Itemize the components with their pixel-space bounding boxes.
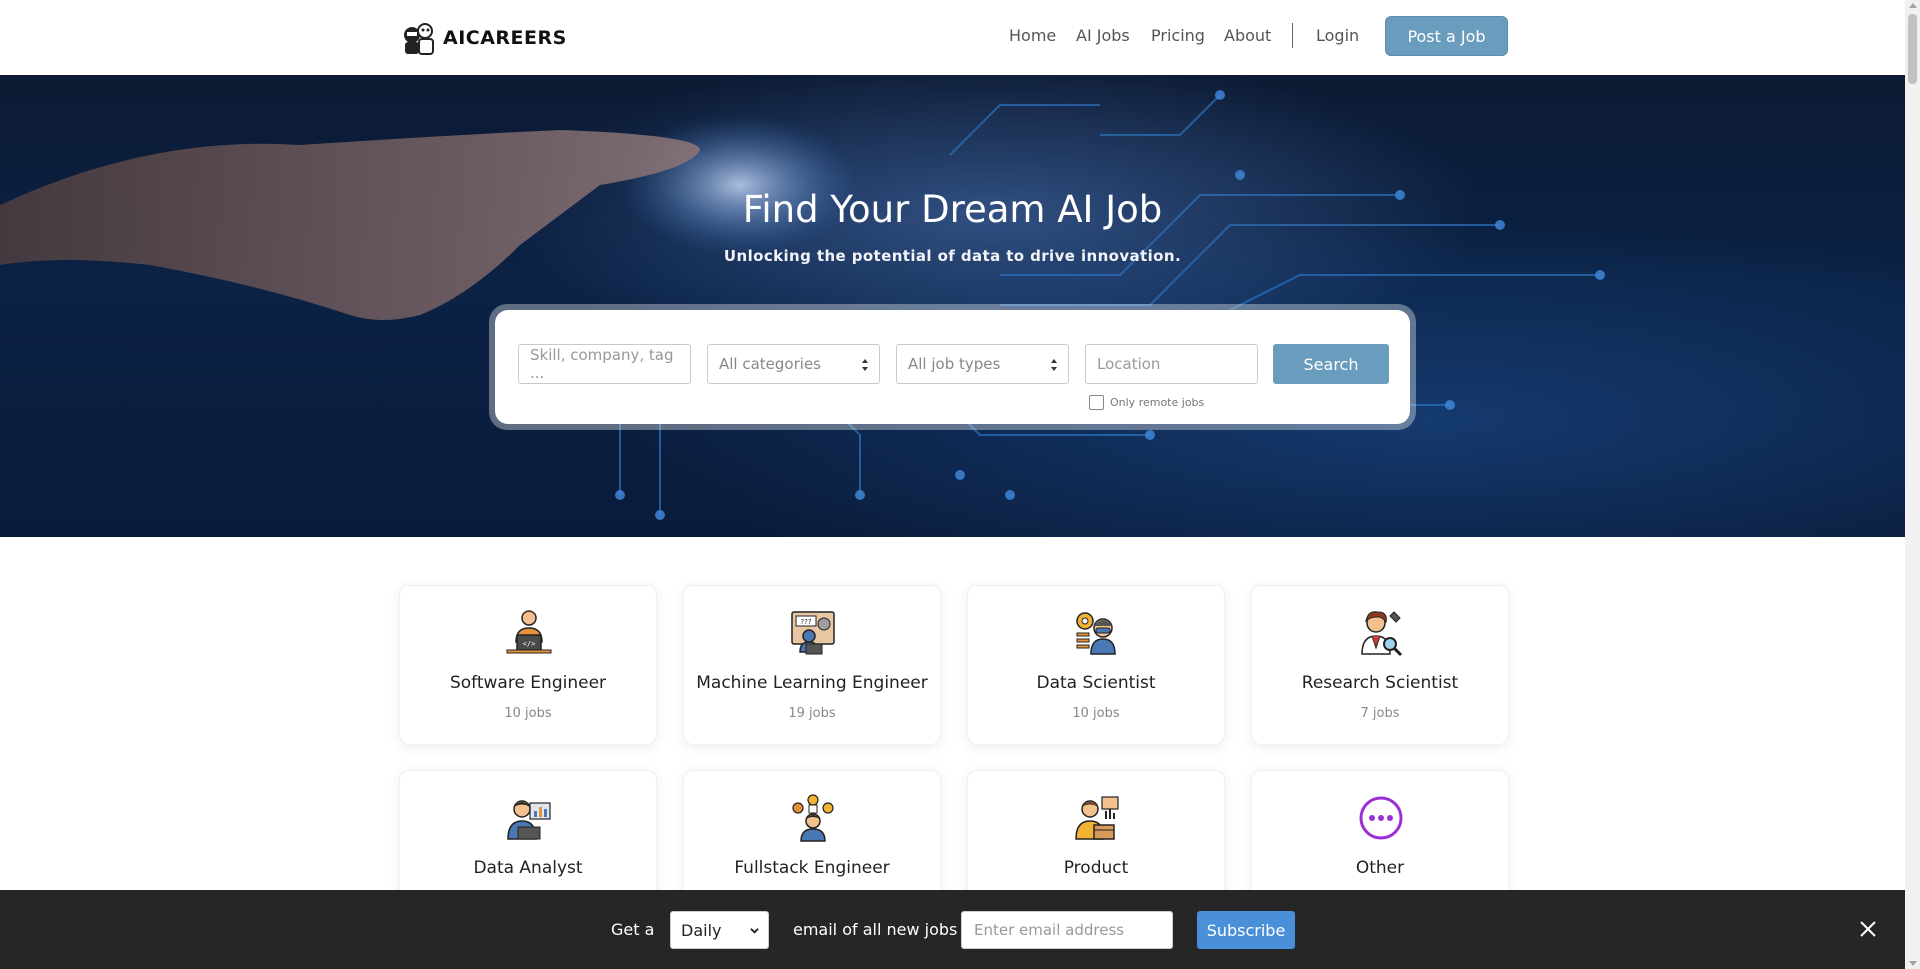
- hero-subtitle: Unlocking the potential of data to drive…: [723, 247, 1182, 265]
- scroll-up-arrow-icon[interactable]: [1909, 3, 1917, 8]
- category-title: Machine Learning Engineer: [696, 673, 928, 693]
- location-input[interactable]: Location: [1085, 344, 1258, 384]
- remote-only-label[interactable]: Only remote jobs: [1110, 396, 1204, 409]
- category-job-count: 7 jobs: [1360, 706, 1400, 721]
- nav-ai-jobs[interactable]: AI Jobs: [1076, 26, 1130, 45]
- job-search-form: Skill, company, tag ... All categories A…: [495, 310, 1410, 424]
- close-icon[interactable]: [1859, 920, 1877, 938]
- research-scientist-icon: [1361, 611, 1403, 657]
- svg-text:???: ???: [800, 618, 811, 626]
- select-arrows-icon: [1051, 359, 1057, 371]
- job-type-select-value: All job types: [908, 355, 1001, 373]
- category-job-count: 19 jobs: [788, 706, 836, 721]
- subscribe-button[interactable]: Subscribe: [1197, 911, 1295, 949]
- nav-divider: [1292, 23, 1293, 48]
- job-search-card: Skill, company, tag ... All categories A…: [489, 304, 1416, 430]
- chevron-down-icon: [750, 928, 759, 934]
- nav-login[interactable]: Login: [1316, 26, 1359, 45]
- category-select[interactable]: All categories: [707, 344, 880, 384]
- scroll-thumb[interactable]: [1908, 14, 1917, 84]
- data-analyst-icon: [507, 800, 551, 840]
- product-icon: [1075, 796, 1119, 840]
- page-scrollbar[interactable]: [1905, 0, 1920, 969]
- category-title: Product: [1063, 858, 1129, 878]
- fullstack-engineer-icon: [792, 794, 834, 842]
- nav-pricing[interactable]: Pricing: [1151, 26, 1205, 45]
- hero-title: Find Your Dream AI Job: [742, 188, 1163, 231]
- software-engineer-icon: </>: [506, 610, 552, 654]
- category-card-data-scientist[interactable]: Data Scientist 10 jobs: [967, 585, 1225, 745]
- category-title: Fullstack Engineer: [734, 858, 890, 878]
- category-title: Data Analyst: [473, 858, 583, 878]
- navbar: AICAREERS Home AI Jobs Pricing About Log…: [0, 0, 1905, 75]
- category-card-research-scientist[interactable]: Research Scientist 7 jobs: [1251, 585, 1509, 745]
- category-card-software-engineer[interactable]: </> Software Engineer 10 jobs: [399, 585, 657, 745]
- data-scientist-icon: [1076, 612, 1116, 655]
- search-button[interactable]: Search: [1273, 344, 1389, 384]
- nav-about[interactable]: About: [1224, 26, 1271, 45]
- category-job-count: 10 jobs: [1072, 706, 1120, 721]
- remote-only-checkbox[interactable]: [1089, 395, 1104, 410]
- category-job-count: 10 jobs: [504, 706, 552, 721]
- post-job-button[interactable]: Post a Job: [1385, 16, 1508, 56]
- robot-logo-icon: [404, 23, 434, 55]
- brand-logo-link[interactable]: AICAREERS: [399, 20, 567, 56]
- hero-banner: Find Your Dream AI Job Unlocking the pot…: [0, 75, 1905, 537]
- category-card-machine-learning-engineer[interactable]: ??? Machine Learning Engineer 19 jobs: [683, 585, 941, 745]
- subscribe-middle-text: email of all new jobs: [793, 920, 958, 939]
- svg-text:</>: </>: [523, 640, 536, 648]
- remote-only-option: Only remote jobs: [1089, 395, 1204, 410]
- brand-name: AICAREERS: [443, 27, 567, 49]
- category-title: Data Scientist: [1036, 673, 1156, 693]
- email-input[interactable]: Enter email address: [961, 911, 1173, 949]
- select-arrows-icon: [862, 359, 868, 371]
- keyword-search-input[interactable]: Skill, company, tag ...: [518, 344, 691, 384]
- frequency-select-value: Daily: [681, 920, 722, 940]
- category-select-value: All categories: [719, 355, 821, 373]
- ml-engineer-icon: ???: [791, 611, 835, 655]
- nav-home[interactable]: Home: [1009, 26, 1056, 45]
- category-title: Software Engineer: [449, 673, 607, 693]
- category-title: Other: [1355, 858, 1405, 878]
- subscribe-prefix-text: Get a: [611, 920, 655, 939]
- more-icon: [1359, 796, 1403, 840]
- category-title: Research Scientist: [1301, 673, 1459, 693]
- job-type-select[interactable]: All job types: [896, 344, 1069, 384]
- frequency-select[interactable]: Daily: [670, 911, 769, 949]
- scroll-down-arrow-icon[interactable]: [1909, 961, 1917, 966]
- subscribe-bar: Get a Daily email of all new jobs Enter …: [0, 890, 1905, 969]
